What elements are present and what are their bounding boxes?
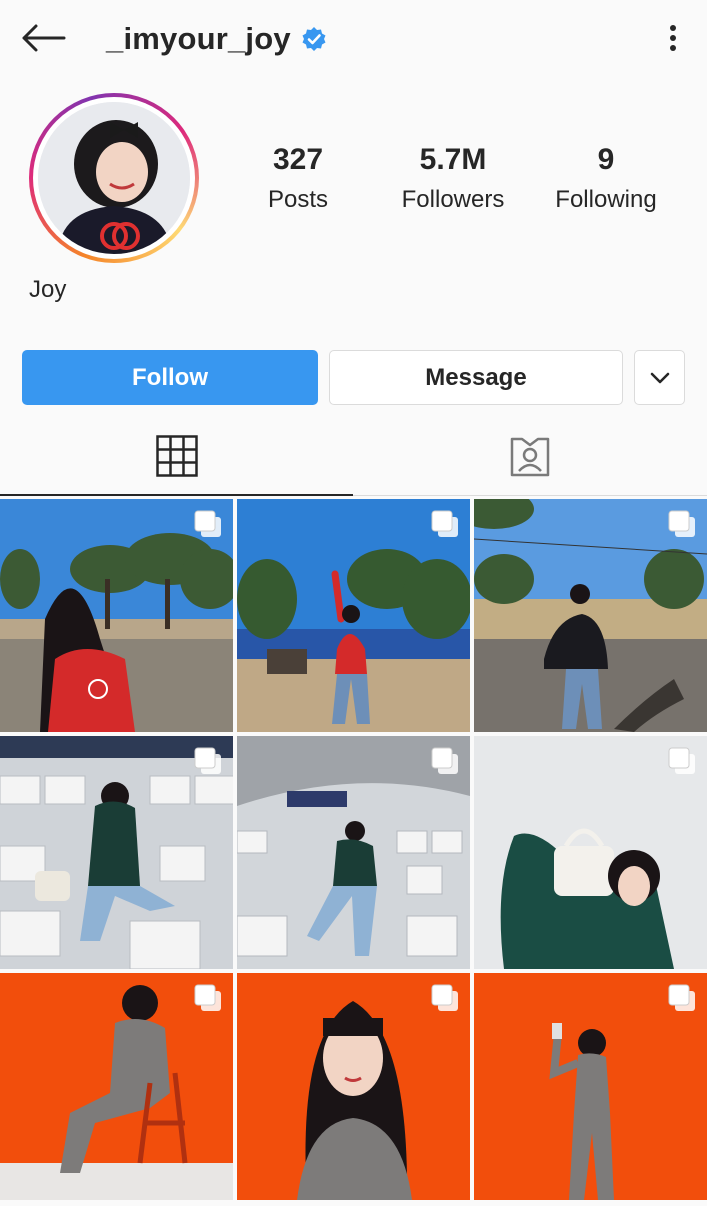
verified-badge-icon — [302, 27, 326, 51]
username: _imyour_joy — [106, 21, 291, 56]
suggested-dropdown-button[interactable] — [634, 350, 685, 405]
following-count: 9 — [597, 143, 615, 176]
post-thumbnail[interactable] — [0, 499, 233, 732]
profile-header: _imyour_joy — [0, 0, 707, 80]
post-thumbnail[interactable] — [474, 736, 707, 969]
multiple-photos-icon — [431, 510, 458, 537]
multiple-photos-icon — [431, 984, 458, 1011]
chevron-down-icon — [650, 372, 669, 383]
posts-grid — [0, 499, 707, 1200]
post-thumbnail[interactable] — [0, 973, 233, 1206]
back-button[interactable] — [18, 18, 68, 58]
profile-tabs — [0, 418, 707, 496]
tab-grid[interactable] — [0, 418, 353, 496]
post-thumbnail[interactable] — [474, 499, 707, 732]
avatar-photo — [38, 102, 190, 254]
multiple-photos-icon — [194, 510, 221, 537]
post-thumbnail[interactable] — [237, 499, 470, 732]
followers-label: Followers — [401, 186, 505, 213]
username-wrap: _imyour_joy — [106, 16, 327, 62]
followers-count: 5.7M — [419, 143, 487, 176]
arrow-left-icon — [22, 24, 66, 52]
avatar — [38, 102, 190, 254]
message-button[interactable]: Message — [329, 350, 623, 405]
multiple-photos-icon — [668, 747, 695, 774]
stat-followers[interactable]: 5.7M Followers — [392, 140, 514, 220]
avatar-story-ring[interactable] — [29, 93, 199, 263]
stat-following[interactable]: 9 Following — [545, 140, 667, 220]
post-thumbnail[interactable] — [237, 736, 470, 969]
tagged-person-icon — [510, 437, 549, 477]
posts-count: 327 — [272, 143, 324, 176]
grid-icon — [155, 435, 198, 477]
display-name: Joy — [29, 276, 67, 303]
multiple-photos-icon — [194, 984, 221, 1011]
more-options-button[interactable] — [656, 18, 690, 58]
multiple-photos-icon — [194, 747, 221, 774]
stat-posts[interactable]: 327 Posts — [248, 140, 348, 220]
multiple-photos-icon — [668, 510, 695, 537]
post-thumbnail[interactable] — [237, 973, 470, 1206]
post-thumbnail[interactable] — [474, 973, 707, 1206]
follow-button[interactable]: Follow — [22, 350, 318, 405]
tab-tagged[interactable] — [353, 418, 706, 496]
posts-label: Posts — [267, 186, 329, 213]
following-label: Following — [555, 186, 657, 213]
vertical-dots-icon — [670, 25, 676, 51]
post-thumbnail[interactable] — [0, 736, 233, 969]
multiple-photos-icon — [668, 984, 695, 1011]
multiple-photos-icon — [431, 747, 458, 774]
